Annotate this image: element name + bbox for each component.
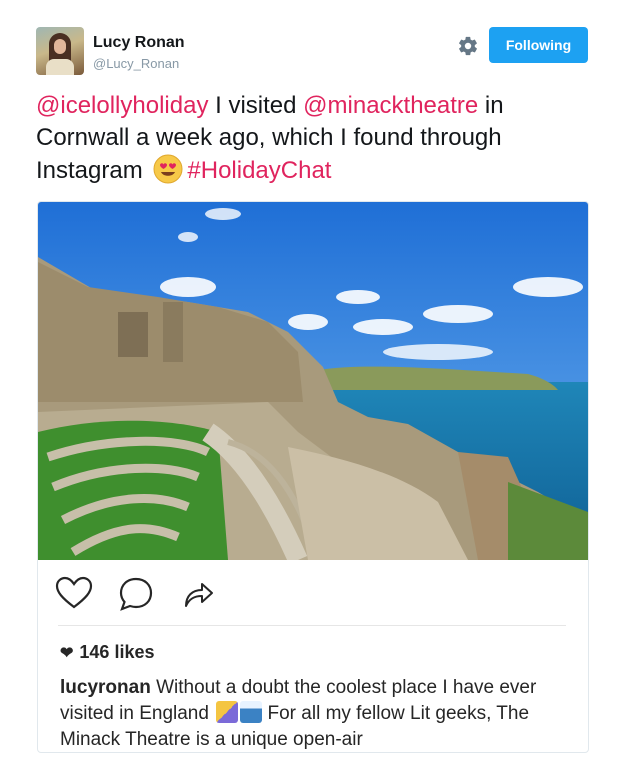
- share-arrow-icon[interactable]: [178, 574, 218, 614]
- post-actions: [38, 574, 588, 618]
- divider: [58, 625, 566, 626]
- mention-link[interactable]: @minacktheatre: [303, 92, 478, 119]
- hashtag-link[interactable]: #HolidayChat: [187, 157, 331, 184]
- avatar-face: [54, 39, 66, 54]
- caption-username[interactable]: lucyronan: [60, 677, 151, 698]
- heart-eyes-emoji-icon: [153, 154, 183, 184]
- heart-filled-icon: ❤: [60, 644, 74, 662]
- tweet-text-segment: I visited: [208, 92, 304, 119]
- tweet-text: @icelollyholiday I visited @minacktheatr…: [36, 90, 596, 187]
- theatre-masks-emoji-icon: [216, 701, 239, 723]
- mention-link[interactable]: @icelollyholiday: [36, 92, 208, 119]
- author-name[interactable]: Lucy Ronan: [93, 34, 185, 52]
- following-button[interactable]: Following: [489, 27, 588, 63]
- instagram-card[interactable]: ❤ 146 likes lucyronan Without a doubt th…: [37, 201, 589, 753]
- minack-theatre-photo[interactable]: [38, 202, 588, 560]
- avatar-body: [46, 59, 74, 75]
- gear-icon[interactable]: [457, 35, 479, 57]
- avatar[interactable]: [36, 27, 84, 75]
- likes-count[interactable]: ❤ 146 likes: [60, 642, 154, 663]
- post-caption: lucyronan Without a doubt the coolest pl…: [60, 675, 570, 752]
- speech-bubble-icon[interactable]: [116, 574, 156, 614]
- author-handle[interactable]: @Lucy_Ronan: [93, 56, 179, 71]
- heart-outline-icon[interactable]: [54, 574, 94, 614]
- wave-emoji-icon: [240, 701, 263, 723]
- likes-count-text: 146 likes: [79, 642, 155, 662]
